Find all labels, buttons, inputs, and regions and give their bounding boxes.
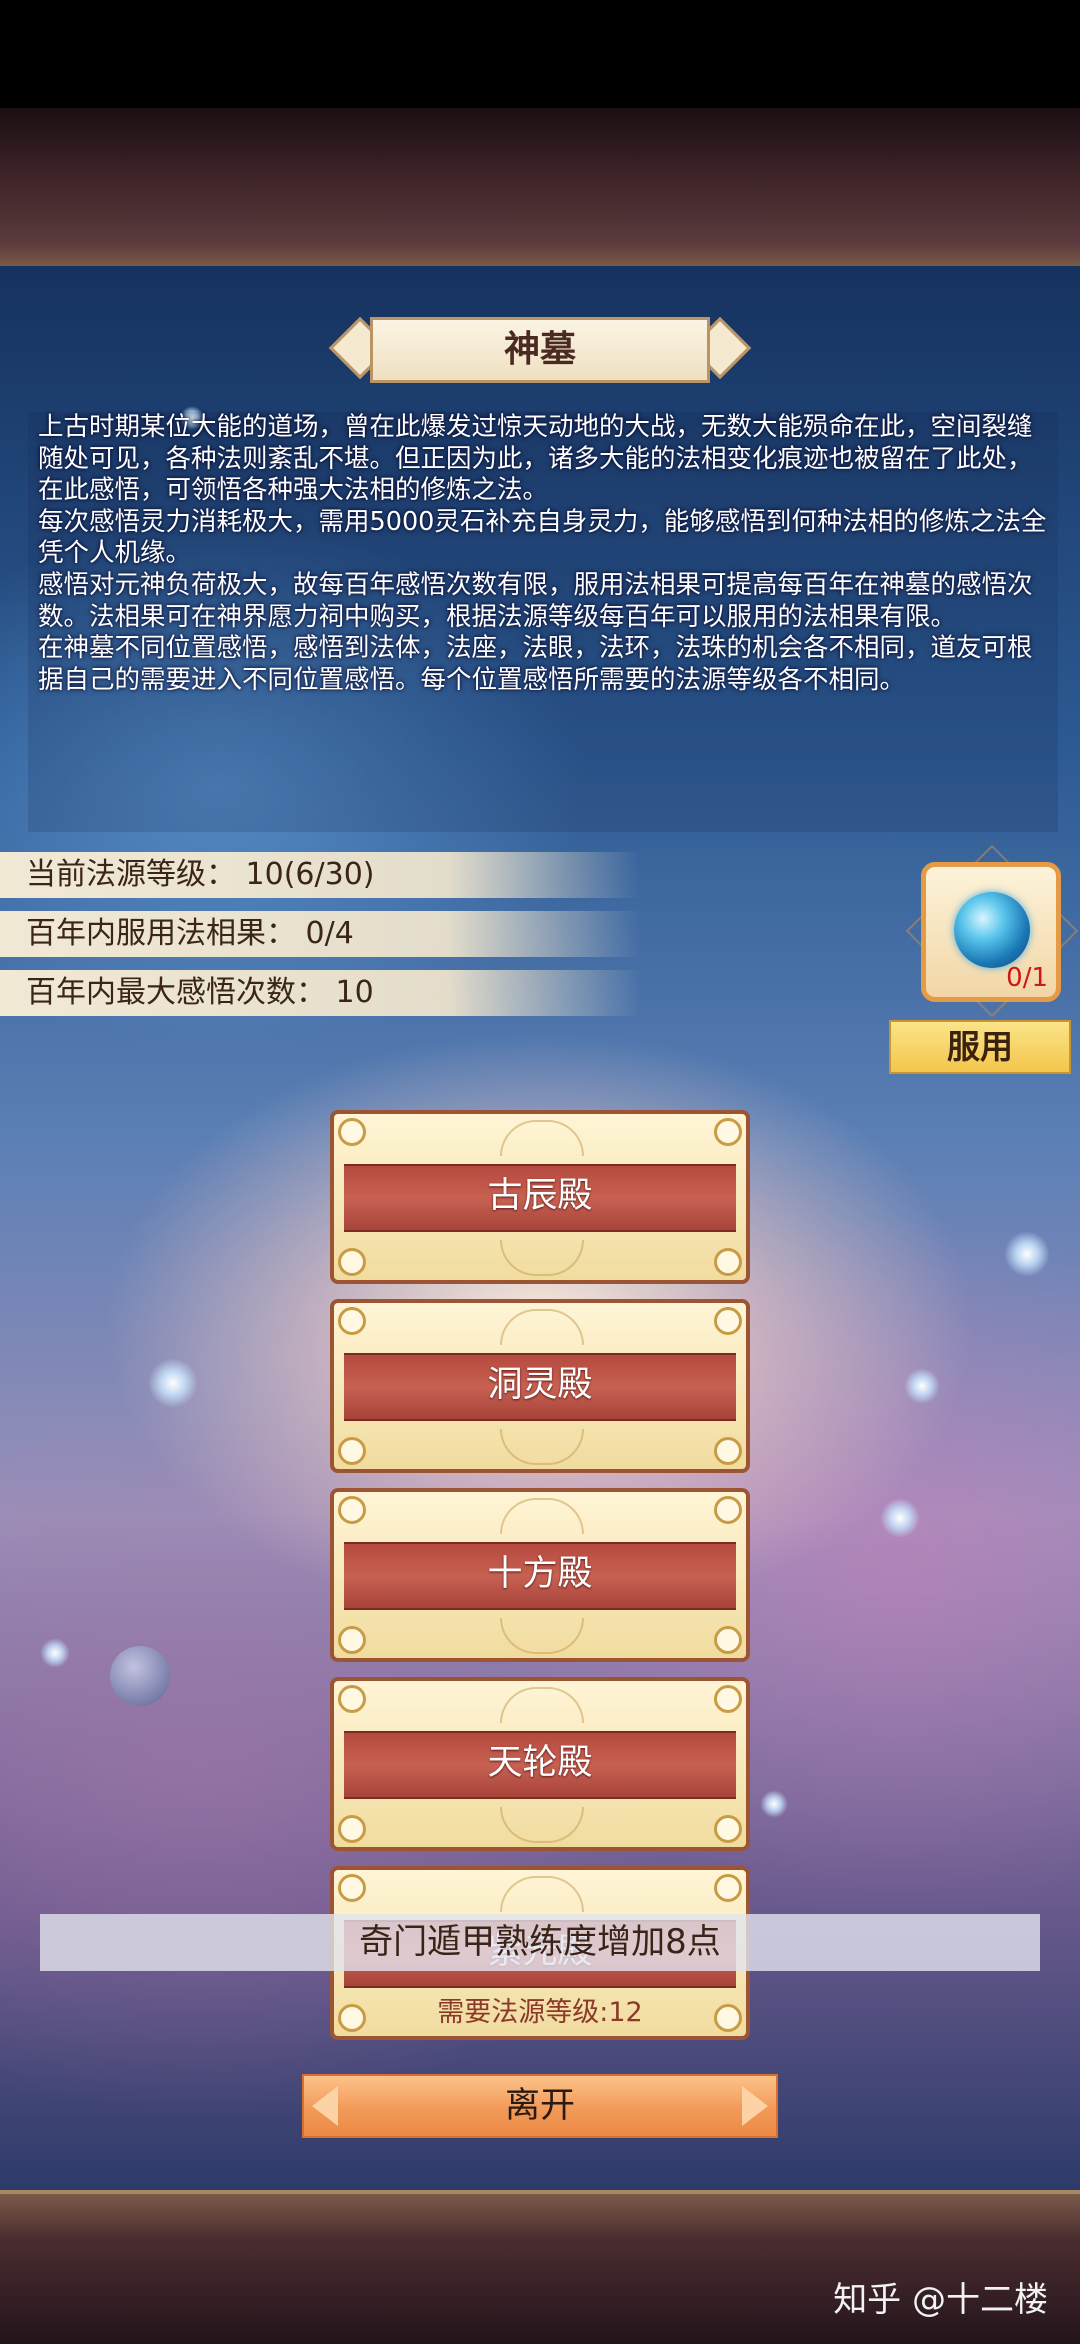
arrow-right-icon (742, 2086, 768, 2126)
description-paragraph: 感悟对元神负荷极大，故每百年感悟次数有限，服用法相果可提高每百年在神墓的感悟次数… (38, 569, 1033, 632)
hall-label: 洞灵殿 (487, 1365, 593, 1405)
item-card[interactable]: 0/1 (921, 862, 1061, 1002)
blue-orb-icon (954, 892, 1030, 968)
toast-message: 奇门遁甲熟练度增加8点 (40, 1914, 1040, 1971)
scroll-curl-icon (338, 1307, 366, 1335)
star-decoration (148, 1358, 198, 1408)
scroll-curl-icon (338, 1626, 366, 1654)
scroll-curl-icon (338, 1496, 366, 1524)
hall-label: 天轮殿 (487, 1743, 593, 1783)
scroll-curl-icon (338, 1685, 366, 1713)
scroll-curl-icon (714, 1248, 742, 1276)
hall-button-shifang[interactable]: 十方殿 (330, 1488, 750, 1662)
star-decoration (760, 1790, 788, 1818)
scroll-curl-icon (714, 1626, 742, 1654)
planet-decoration (110, 1646, 170, 1706)
leave-button[interactable]: 离开 (302, 2074, 778, 2138)
star-decoration (40, 1638, 70, 1668)
status-bar (0, 0, 1080, 108)
scroll-curl-icon (338, 1815, 366, 1843)
stat-max-insight: 百年内最大感悟次数： 10 (0, 970, 640, 1016)
scroll-curl-icon (714, 1437, 742, 1465)
hall-label: 十方殿 (487, 1554, 593, 1594)
scroll-curl-icon (714, 1874, 742, 1902)
scroll-curl-icon (714, 1118, 742, 1146)
scroll-curl-icon (338, 1248, 366, 1276)
fruit-item-slot[interactable]: 0/1 (905, 844, 1079, 1018)
scroll-curl-icon (338, 1437, 366, 1465)
leave-label: 离开 (504, 2086, 575, 2126)
arrow-left-icon (312, 2086, 338, 2126)
hall-label: 古辰殿 (487, 1176, 593, 1216)
description-paragraph: 在神墓不同位置感悟，感悟到法体，法座，法眼，法环，法珠的机会各不相同，道友可根据… (38, 633, 1033, 695)
scroll-curl-icon (714, 1685, 742, 1713)
star-decoration (1004, 1231, 1050, 1277)
use-button[interactable]: 服用 (889, 1020, 1071, 1074)
top-frame (0, 108, 1080, 270)
star-decoration (904, 1368, 940, 1404)
scroll-curl-icon (714, 1496, 742, 1524)
hall-level-requirement: 需要法源等级:12 (437, 1997, 643, 2028)
stat-fruit-used: 百年内服用法相果： 0/4 (0, 911, 640, 957)
stat-source-level: 当前法源等级： 10(6/30) (0, 852, 640, 898)
description-paragraph: 上古时期某位大能的道场，曾在此爆发过惊天动地的大战，无数大能殒命在此，空间裂缝随… (38, 412, 1033, 506)
hall-button-guchen[interactable]: 古辰殿 (330, 1110, 750, 1284)
scroll-curl-icon (714, 1307, 742, 1335)
watermark: 知乎 @十二楼 (833, 2280, 1048, 2320)
item-count: 0/1 (1006, 963, 1048, 993)
star-decoration (880, 1498, 920, 1538)
hall-button-dongling[interactable]: 洞灵殿 (330, 1299, 750, 1473)
page-title: 神墓 (503, 329, 576, 370)
description-panel: 上古时期某位大能的道场，曾在此爆发过惊天动地的大战，无数大能殒命在此，空间裂缝随… (28, 412, 1058, 832)
scroll-curl-icon (338, 1874, 366, 1902)
description-paragraph: 每次感悟灵力消耗极大，需用5000灵石补充自身灵力，能够感悟到何种法相的修炼之法… (38, 506, 1047, 569)
hall-button-tianlun[interactable]: 天轮殿 (330, 1677, 750, 1851)
title-plate: 神墓 (328, 316, 752, 383)
scroll-curl-icon (714, 1815, 742, 1843)
scroll-curl-icon (338, 1118, 366, 1146)
